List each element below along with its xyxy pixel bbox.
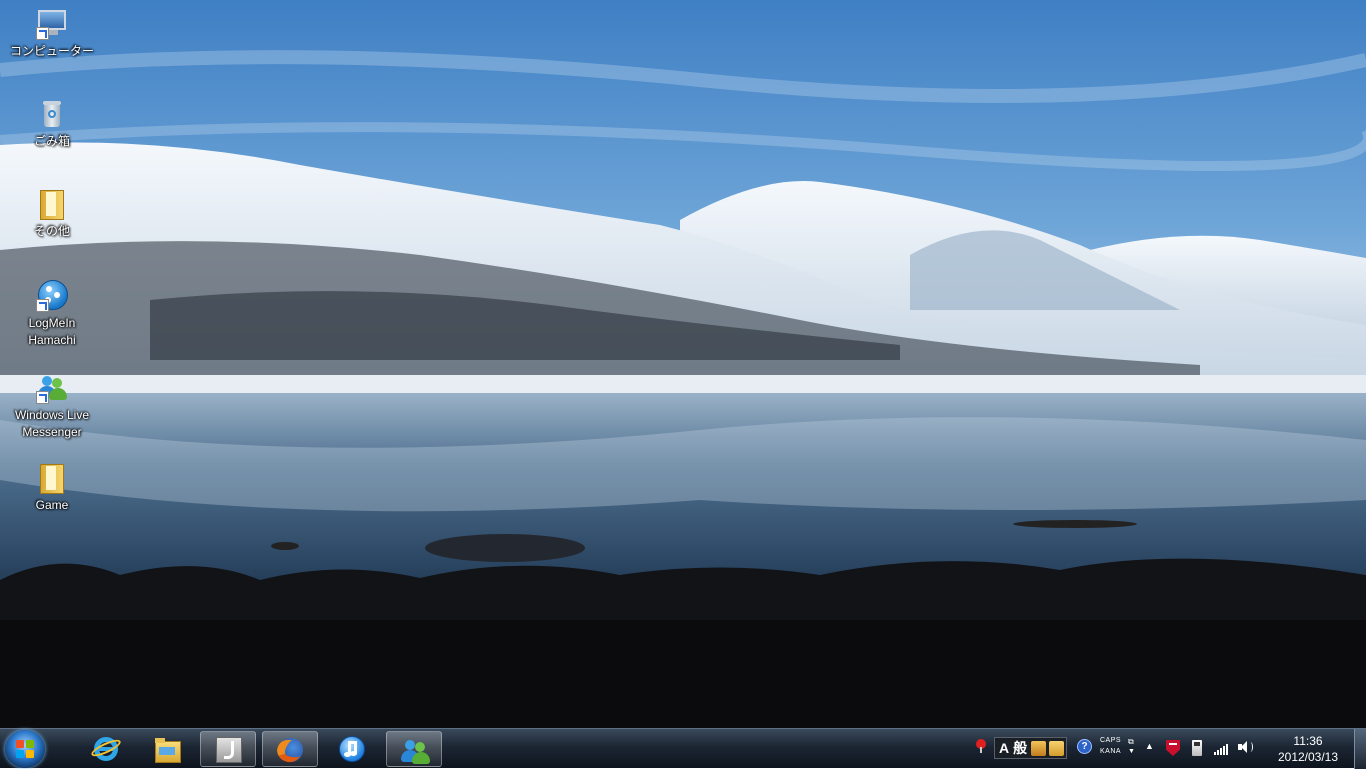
file-explorer-icon	[153, 735, 181, 763]
help-icon[interactable]: ?	[1077, 739, 1092, 754]
desktop-icon-label: Windows Live Messenger	[14, 408, 90, 439]
caps-lock-indicator: CAPS	[1100, 737, 1122, 744]
desktop-wallpaper	[0, 0, 1366, 728]
computer-icon	[36, 8, 68, 40]
ime-tools-icon[interactable]	[1049, 740, 1065, 756]
taskbar-firefox-button[interactable]	[262, 731, 318, 767]
folder-icon	[36, 188, 68, 220]
messenger-icon	[401, 736, 430, 764]
taskbar-itunes-button[interactable]	[324, 731, 380, 767]
clock-time: 11:36	[1293, 734, 1323, 748]
taskbar-ie-button[interactable]	[78, 731, 134, 767]
desktop-icon-game-folder[interactable]: Game	[4, 462, 100, 514]
desktop-icon-computer[interactable]: コンピューター	[4, 8, 100, 60]
kana-lock-indicator: KANA	[1100, 748, 1122, 755]
ime-mode-a[interactable]: A	[997, 740, 1011, 756]
taskbar-java-app-button[interactable]	[200, 731, 256, 767]
taskbar-messenger-button[interactable]	[386, 731, 442, 767]
mcafee-icon[interactable]	[1166, 740, 1180, 756]
show-desktop-button[interactable]	[1354, 729, 1366, 769]
hamachi-icon	[36, 280, 68, 312]
messenger-icon	[36, 372, 68, 404]
ime-dropdown-icon[interactable]: ▼	[1128, 748, 1135, 755]
java-app-icon	[215, 736, 243, 764]
volume-icon[interactable]	[1238, 740, 1254, 754]
recycle-bin-icon	[36, 98, 68, 130]
clock-date: 2012/03/13	[1277, 750, 1339, 764]
desktop-icon-label: Game	[35, 498, 69, 512]
ime-language-bar[interactable]: A 般	[994, 737, 1068, 759]
ime-status-icon[interactable]	[976, 739, 988, 753]
desktop-icon-recycle-bin[interactable]: ごみ箱	[4, 98, 100, 150]
ime-restore-icon[interactable]: ⧉	[1128, 737, 1134, 747]
taskbar-clock[interactable]: 11:36 2012/03/13	[1268, 733, 1348, 765]
ime-mode-kanji[interactable]: 般	[1011, 738, 1029, 758]
internet-explorer-icon	[89, 735, 123, 763]
firefox-icon	[273, 736, 305, 766]
safely-remove-hardware-icon[interactable]	[1192, 740, 1202, 756]
desktop-icon-label: ごみ箱	[33, 134, 70, 148]
show-hidden-icons-button[interactable]: ▲	[1145, 741, 1154, 751]
desktop-icon-other-folder[interactable]: その他	[4, 188, 100, 240]
desktop-icon-label: その他	[33, 224, 70, 238]
itunes-icon	[338, 735, 366, 763]
desktop-icon-label: コンピューター	[9, 44, 94, 58]
start-button[interactable]	[5, 730, 45, 768]
desktop-icon-messenger[interactable]: Windows Live Messenger	[4, 372, 100, 441]
start-orb-icon	[16, 740, 34, 758]
taskbar: A 般 ? CAPS KANA ⧉ ▼ ▲ 11:36 2012/03/13	[0, 728, 1366, 769]
taskbar-explorer-button[interactable]	[139, 731, 195, 767]
desktop-icon-hamachi[interactable]: LogMeIn Hamachi	[4, 280, 100, 349]
desktop-icon-label: LogMeIn Hamachi	[28, 316, 76, 347]
network-signal-icon[interactable]	[1214, 741, 1230, 755]
folder-icon	[36, 462, 68, 494]
ime-pad-icon[interactable]	[1031, 740, 1047, 756]
